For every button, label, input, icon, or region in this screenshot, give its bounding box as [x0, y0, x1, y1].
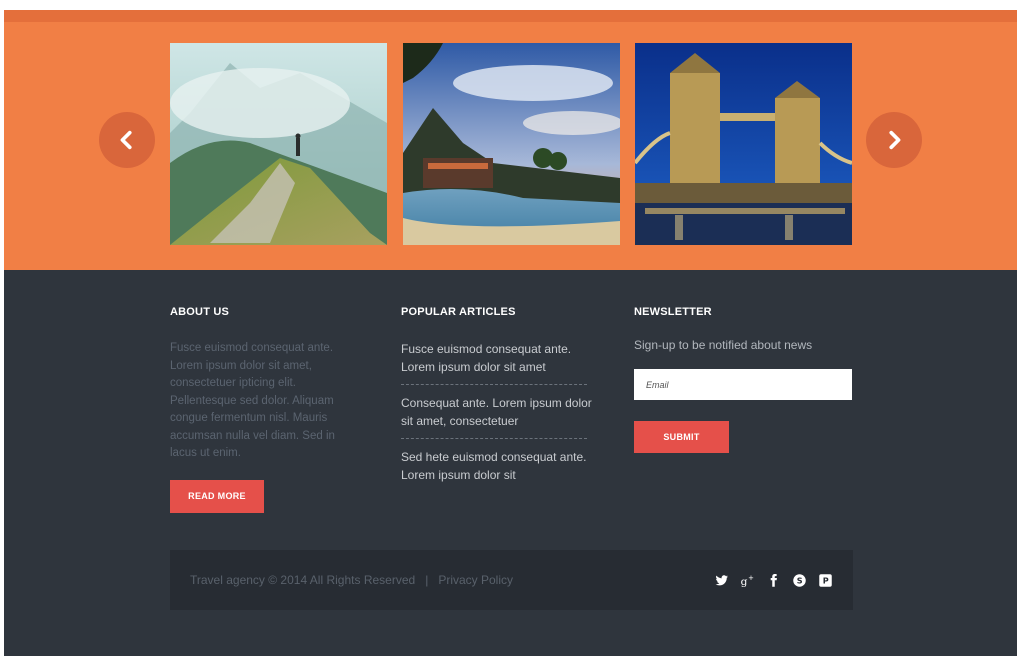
article-link[interactable]: Sed hete euismod consequat ante. Lorem i… — [401, 448, 601, 492]
article-divider — [401, 384, 587, 385]
copyright-separator: | — [425, 573, 429, 587]
svg-text:S: S — [796, 575, 802, 585]
copyright-line: Travel agency © 2014 All Rights Reserved… — [190, 573, 513, 587]
slide-mountain-hiker[interactable] — [170, 43, 387, 245]
top-strip — [4, 10, 1017, 22]
slider-prev-button[interactable] — [99, 112, 155, 168]
about-title: ABOUT US — [170, 306, 230, 318]
social-links: g + S P — [713, 572, 833, 588]
footer-bottom-bar: Travel agency © 2014 All Rights Reserved… — [170, 550, 853, 610]
slider-next-button[interactable] — [866, 112, 922, 168]
newsletter-text: Sign-up to be notified about news — [634, 338, 813, 352]
article-divider — [401, 438, 587, 439]
svg-text:P: P — [822, 575, 828, 585]
submit-button[interactable]: SUBMIT — [634, 421, 729, 453]
footer: ABOUT US Fusce euismod consequat ante. L… — [4, 270, 1017, 656]
about-section: ABOUT US Fusce euismod consequat ante. L… — [170, 306, 360, 513]
chevron-right-icon — [889, 130, 901, 150]
copyright-text: Travel agency © 2014 All Rights Reserved — [190, 573, 416, 587]
google-plus-icon[interactable]: g + — [739, 572, 755, 588]
privacy-policy-link[interactable]: Privacy Policy — [438, 573, 513, 587]
skype-icon[interactable]: S — [791, 572, 807, 588]
slide-tropical-beach[interactable] — [403, 43, 620, 245]
newsletter-section: NEWSLETTER Sign-up to be notified about … — [634, 306, 856, 453]
slide-tower-bridge[interactable] — [635, 43, 852, 245]
read-more-button[interactable]: READ MORE — [170, 480, 264, 513]
popular-articles-section: POPULAR ARTICLES Fusce euismod consequat… — [401, 306, 601, 492]
popular-articles-title: POPULAR ARTICLES — [401, 306, 516, 318]
newsletter-title: NEWSLETTER — [634, 306, 712, 318]
svg-text:g: g — [740, 574, 747, 587]
twitter-icon[interactable] — [713, 572, 729, 588]
email-field[interactable] — [634, 369, 852, 400]
about-text: Fusce euismod consequat ante. Lorem ipsu… — [170, 342, 335, 459]
image-slider — [4, 22, 1017, 270]
article-link[interactable]: Consequat ante. Lorem ipsum dolor sit am… — [401, 394, 601, 438]
article-link[interactable]: Fusce euismod consequat ante. Lorem ipsu… — [401, 340, 601, 384]
facebook-icon[interactable] — [765, 572, 781, 588]
pinterest-icon[interactable]: P — [817, 572, 833, 588]
chevron-left-icon — [120, 130, 132, 150]
svg-text:+: + — [748, 573, 754, 581]
